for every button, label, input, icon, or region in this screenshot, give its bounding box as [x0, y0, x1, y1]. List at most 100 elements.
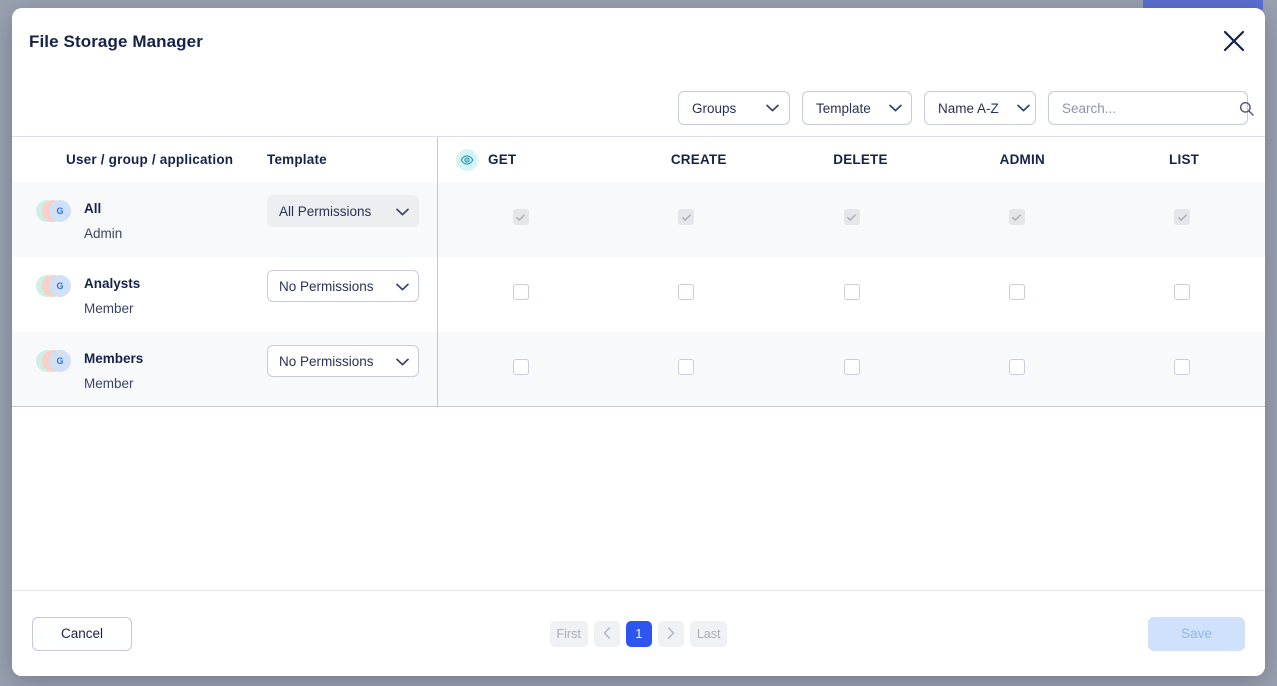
avatar: G: [36, 350, 78, 372]
checkbox-list[interactable]: [1174, 284, 1191, 300]
avatar-circle-front: G: [49, 275, 71, 297]
row-template-label: All Permissions: [279, 203, 372, 219]
groups-select[interactable]: Groups: [678, 91, 790, 125]
pagination-page-1[interactable]: 1: [625, 620, 652, 647]
checkbox-get: [512, 209, 529, 225]
template-cell: No Permissions: [267, 257, 437, 332]
user-role: Member: [84, 376, 134, 391]
chevron-down-icon: [396, 354, 409, 369]
avatar-circle-front: G: [49, 350, 71, 372]
permission-cell-delete: [769, 332, 934, 406]
checkbox-list[interactable]: [1174, 359, 1191, 375]
header-left-group: User / group / application Template: [12, 137, 437, 182]
template-cell: No Permissions: [267, 332, 437, 406]
permission-cell-admin: [934, 182, 1099, 257]
template-select[interactable]: Template: [802, 91, 912, 125]
table-header-row: User / group / application Template GET …: [12, 137, 1265, 182]
checkbox-get[interactable]: [512, 284, 529, 300]
row-template-select[interactable]: No Permissions: [267, 270, 419, 302]
user-text: Analysts Member: [84, 274, 140, 316]
checkbox-list: [1174, 209, 1191, 225]
checkbox-admin[interactable]: [1008, 284, 1025, 300]
dialog-footer: Cancel First 1 Last Save: [12, 590, 1265, 676]
close-button[interactable]: [1217, 24, 1251, 58]
avatar-circle-front: G: [49, 200, 71, 222]
user-cell: G Analysts Member: [12, 257, 267, 332]
template-cell: All Permissions: [267, 182, 437, 257]
checkbox-get[interactable]: [512, 359, 529, 375]
pagination-next-button[interactable]: [657, 620, 684, 647]
checkbox-create[interactable]: [678, 359, 695, 375]
permission-cell-get: [438, 182, 603, 257]
checkbox-admin: [1008, 209, 1025, 225]
save-button[interactable]: Save: [1148, 616, 1245, 651]
user-name: All: [84, 201, 102, 216]
checkbox-admin[interactable]: [1008, 359, 1025, 375]
pagination-last-button[interactable]: Last: [689, 620, 728, 647]
chevron-right-icon: [667, 626, 675, 642]
checkbox-delete[interactable]: [843, 284, 860, 300]
cancel-button[interactable]: Cancel: [32, 616, 132, 651]
chevron-down-icon: [396, 204, 409, 219]
row-permission-cells: [437, 257, 1265, 332]
user-role: Admin: [84, 226, 123, 241]
table-row: G Members Member No Permissions: [12, 332, 1265, 407]
user-name: Analysts: [84, 276, 141, 291]
row-left-cells: G Analysts Member No Permissions: [12, 257, 437, 332]
row-left-cells: G All Admin All Permissions: [12, 182, 437, 257]
user-cell: G All Admin: [12, 182, 267, 257]
header-delete: DELETE: [833, 152, 888, 167]
page-title: File Storage Manager: [29, 32, 203, 51]
pagination-first-button[interactable]: First: [549, 620, 588, 647]
row-template-select[interactable]: No Permissions: [267, 345, 419, 377]
user-text: All Admin: [84, 199, 122, 241]
row-template-label: No Permissions: [279, 353, 374, 369]
header-template: Template: [267, 152, 327, 167]
user-text: Members Member: [84, 349, 143, 391]
permission-cell-get: [438, 332, 603, 406]
header-get: GET: [438, 137, 618, 182]
search-input[interactable]: [1062, 100, 1239, 116]
permission-cell-get: [438, 257, 603, 332]
row-permission-cells: [437, 332, 1265, 406]
table-row: G Analysts Member No Permissions: [12, 257, 1265, 332]
table-row: G All Admin All Permissions: [12, 182, 1265, 257]
header-permissions-group: GET CREATE DELETE ADMIN LIST: [437, 137, 1265, 182]
chevron-left-icon: [603, 626, 611, 642]
template-select-label: Template: [816, 100, 871, 116]
user-name: Members: [84, 351, 144, 366]
permission-cell-list: [1100, 257, 1265, 332]
avatar: G: [36, 200, 78, 222]
user-role: Member: [84, 301, 134, 316]
permission-cell-create: [603, 257, 768, 332]
sort-select-label: Name A-Z: [938, 100, 999, 116]
user-cell: G Members Member: [12, 332, 267, 406]
header-admin: ADMIN: [999, 152, 1045, 167]
checkbox-create: [678, 209, 695, 225]
header-user-group-application: User / group / application: [66, 152, 234, 167]
header-get-label: GET: [488, 152, 517, 167]
chevron-down-icon: [766, 104, 779, 112]
permission-cell-create: [603, 332, 768, 406]
pagination-prev-button[interactable]: [593, 620, 620, 647]
chevron-down-icon: [888, 104, 902, 112]
permission-cell-create: [603, 182, 768, 257]
permissions-table: User / group / application Template GET …: [12, 136, 1265, 590]
close-icon: [1223, 30, 1245, 52]
permission-cell-list: [1100, 332, 1265, 406]
chevron-down-icon: [396, 279, 409, 294]
filters-toolbar: Groups Template Name A-Z: [12, 80, 1265, 136]
checkbox-create[interactable]: [678, 284, 695, 300]
search-icon[interactable]: [1239, 101, 1254, 116]
checkbox-delete[interactable]: [843, 359, 860, 375]
header-list: LIST: [1169, 152, 1200, 167]
dialog-header: File Storage Manager: [12, 8, 1265, 80]
permission-cell-admin: [934, 257, 1099, 332]
pagination: First 1 Last: [12, 620, 1265, 647]
groups-select-label: Groups: [692, 100, 737, 116]
eye-icon: [456, 148, 478, 171]
file-storage-manager-dialog: File Storage Manager Groups Template Nam…: [12, 8, 1265, 676]
search-box[interactable]: [1048, 91, 1254, 125]
avatar: G: [36, 275, 78, 297]
sort-select[interactable]: Name A-Z: [924, 91, 1036, 125]
